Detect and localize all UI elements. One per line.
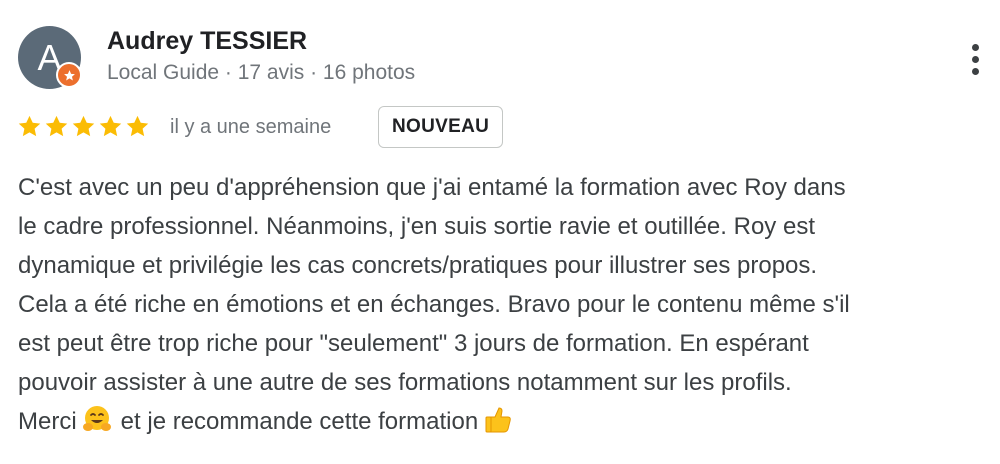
review-line: Cela a été riche en émotions et en échan… xyxy=(18,291,850,318)
review-line: est peut être trop riche pour "seulement… xyxy=(18,330,809,357)
star-icon xyxy=(72,115,95,137)
star-rating xyxy=(17,114,150,139)
review-text: C'est avec un peu d'appréhension que j'a… xyxy=(18,168,1000,441)
more-options-button[interactable] xyxy=(960,38,990,80)
review-line: le cadre professionnel. Néanmoins, j'en … xyxy=(18,213,815,240)
review-line: C'est avec un peu d'appréhension que j'a… xyxy=(18,174,846,201)
review-line: dynamique et privilégie les cas concrets… xyxy=(18,252,818,279)
review-text-merci: Merci xyxy=(18,408,77,435)
new-badge: NOUVEAU xyxy=(378,106,504,148)
more-vertical-icon xyxy=(971,43,979,51)
author-name[interactable]: Audrey TESSIER xyxy=(107,27,307,56)
review-text-recommend: et je recommande cette formation xyxy=(120,408,479,435)
review-line: pouvoir assister à une autre de ses form… xyxy=(18,369,792,396)
hugging-face-emoji xyxy=(81,403,113,435)
review-line-last: Merci et je recommande cette formation xyxy=(18,402,1000,441)
author-meta: Local Guide · 17 avis · 16 photos xyxy=(107,61,416,84)
star-icon xyxy=(126,115,149,137)
star-icon xyxy=(45,115,68,137)
review-card: A Audrey TESSIER Local Guide · 17 avis ·… xyxy=(0,0,1000,464)
local-guide-star-icon xyxy=(56,62,82,88)
review-date: il y a une semaine xyxy=(170,116,332,138)
thumbs-up-emoji xyxy=(482,403,514,435)
star-icon xyxy=(18,115,41,137)
star-icon xyxy=(99,115,122,137)
